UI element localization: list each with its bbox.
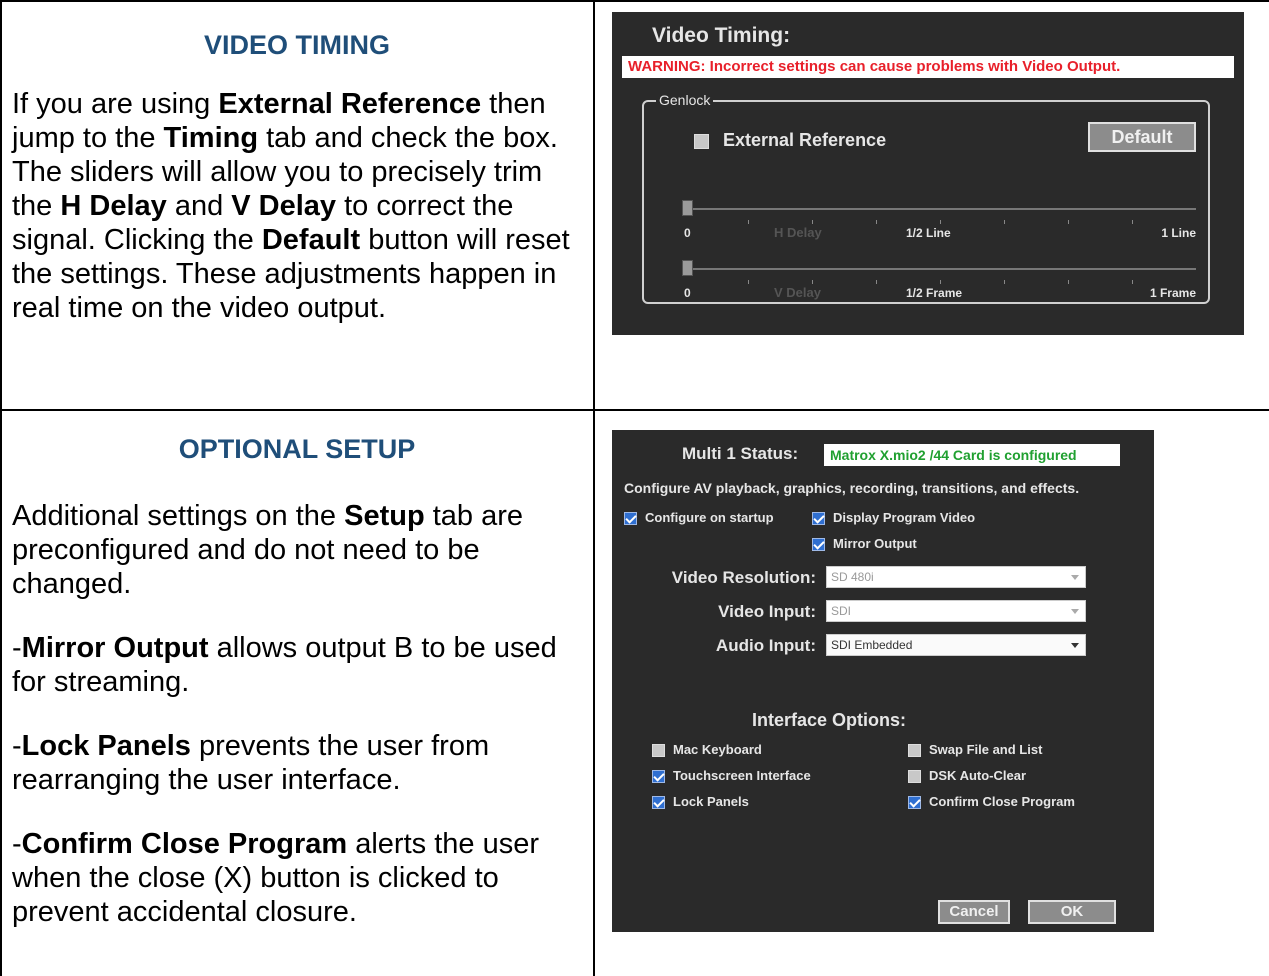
h-delay-mid-label: 1/2 Line — [906, 226, 951, 240]
confirm-close-option[interactable]: Confirm Close Program — [908, 794, 1075, 810]
configure-startup-checkbox[interactable] — [624, 512, 637, 526]
interface-options-title: Interface Options: — [752, 710, 907, 730]
h-delay-slider[interactable] — [682, 200, 1196, 224]
video-timing-heading: VIDEO TIMING — [203, 30, 390, 60]
table-top-border — [0, 0, 1269, 2]
setup-paragraph-2: -Mirror Output allows output B to be use… — [12, 632, 557, 698]
confirm-close-checkbox[interactable] — [908, 796, 921, 810]
v-delay-min-label: 0 — [684, 286, 691, 300]
video-timing-panel: Video Timing: WARNING: Incorrect setting… — [612, 12, 1244, 335]
video-timing-text-cell: VIDEO TIMING If you are using External R… — [12, 30, 582, 325]
genlock-group-label: Genlock — [656, 92, 714, 108]
configure-startup-option[interactable]: Configure on startup — [624, 510, 774, 526]
dsk-auto-clear-option[interactable]: DSK Auto-Clear — [908, 768, 1026, 784]
mac-keyboard-option[interactable]: Mac Keyboard — [652, 742, 762, 758]
table-column-divider — [593, 0, 595, 976]
v-delay-slider[interactable] — [682, 260, 1196, 284]
display-program-checkbox[interactable] — [812, 512, 825, 526]
video-resolution-select[interactable]: SD 480i — [826, 566, 1086, 588]
audio-input-label: Audio Input: — [715, 636, 816, 655]
external-reference-option[interactable]: External Reference — [694, 130, 886, 151]
h-delay-slider-thumb[interactable] — [682, 200, 693, 216]
h-delay-min-label: 0 — [684, 226, 691, 240]
video-timing-paragraph: If you are using External Reference then… — [12, 88, 570, 324]
setup-paragraph-1: Additional settings on the Setup tab are… — [12, 500, 524, 600]
video-resolution-label: Video Resolution: — [671, 568, 816, 587]
default-button[interactable]: Default — [1088, 122, 1196, 152]
optional-setup-heading: OPTIONAL SETUP — [178, 434, 416, 464]
video-input-label: Video Input: — [718, 602, 816, 621]
genlock-group: Genlock External Reference Default 0 H D… — [642, 92, 1210, 304]
external-reference-label: External Reference — [723, 130, 887, 150]
mirror-output-option[interactable]: Mirror Output — [812, 536, 917, 552]
lock-panels-option[interactable]: Lock Panels — [652, 794, 749, 810]
v-delay-name: V Delay — [774, 285, 821, 300]
warning-banner: WARNING: Incorrect settings can cause pr… — [622, 56, 1234, 78]
status-label: Multi 1 Status: — [682, 444, 799, 463]
video-input-select[interactable]: SDI — [826, 600, 1086, 622]
cancel-button[interactable]: Cancel — [938, 900, 1010, 924]
setup-panel: Multi 1 Status: Matrox X.mio2 /44 Card i… — [612, 430, 1154, 932]
v-delay-mid-label: 1/2 Frame — [906, 286, 963, 300]
table-left-border — [0, 0, 2, 976]
mac-keyboard-checkbox[interactable] — [652, 744, 665, 758]
setup-paragraph-3: -Lock Panels prevents the user from rear… — [12, 730, 490, 796]
mirror-output-checkbox[interactable] — [812, 538, 825, 552]
audio-input-select[interactable]: SDI Embedded — [826, 634, 1086, 656]
chevron-down-icon — [1071, 643, 1079, 648]
display-program-option[interactable]: Display Program Video — [812, 510, 975, 526]
lock-panels-checkbox[interactable] — [652, 796, 665, 810]
swap-file-checkbox[interactable] — [908, 744, 921, 758]
touchscreen-checkbox[interactable] — [652, 770, 665, 784]
optional-setup-text-cell: OPTIONAL SETUP Additional settings on th… — [12, 434, 582, 929]
chevron-down-icon — [1071, 609, 1079, 614]
setup-description: Configure AV playback, graphics, recordi… — [624, 480, 1080, 496]
v-delay-max-label: 1 Frame — [1149, 286, 1196, 300]
dsk-auto-clear-checkbox[interactable] — [908, 770, 921, 784]
table-row-divider — [0, 409, 1269, 411]
status-value: Matrox X.mio2 /44 Card is configured — [824, 444, 1120, 466]
touchscreen-option[interactable]: Touchscreen Interface — [652, 768, 811, 784]
ok-button[interactable]: OK — [1028, 900, 1116, 924]
chevron-down-icon — [1071, 575, 1079, 580]
video-timing-title: Video Timing: — [652, 24, 791, 47]
external-reference-checkbox[interactable] — [694, 133, 709, 149]
swap-file-option[interactable]: Swap File and List — [908, 742, 1042, 758]
v-delay-slider-thumb[interactable] — [682, 260, 693, 276]
h-delay-name: H Delay — [774, 225, 822, 240]
setup-paragraph-4: -Confirm Close Program alerts the user w… — [12, 828, 539, 928]
h-delay-max-label: 1 Line — [1161, 226, 1196, 240]
